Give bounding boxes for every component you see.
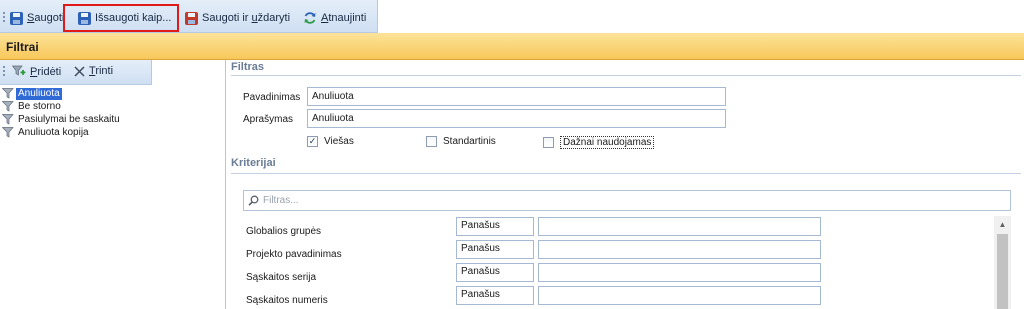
scroll-thumb[interactable] (997, 234, 1008, 309)
filter-editor-panel: Filtras Pavadinimas Aprašymas ✓ Viešas S… (227, 60, 1024, 309)
list-item-label: Pasiulymai be saskaitu (18, 113, 120, 125)
list-item-label: Anuliuota (16, 87, 62, 100)
save-icon (10, 11, 23, 25)
delete-icon (74, 65, 85, 77)
criteria-search-input[interactable]: Filtras... (243, 190, 1011, 211)
save-label-rest: augoti (34, 12, 65, 24)
save-close-label-rest: ždaryti (257, 12, 291, 24)
refresh-icon (304, 12, 316, 24)
filter-list-toolbar: Pridėti Trinti (0, 60, 152, 85)
section-divider (231, 75, 1021, 76)
save-as-highlight-frame (63, 4, 179, 32)
filter-section-title: Filtras (231, 61, 265, 73)
filter-list-panel: Pridėti Trinti Anuliuota Be storno Pasiu… (0, 60, 226, 309)
page-title: Filtrai (6, 40, 39, 54)
list-item[interactable]: Anuliuota (0, 87, 226, 100)
main-toolbar: Saugoti Išsaugoti kaip... Saugoti ir užd… (0, 0, 378, 33)
refresh-label: Atnaujinti (321, 12, 366, 24)
public-checkbox[interactable]: ✓ Viešas (307, 136, 354, 147)
delete-filter-label: Trinti (89, 65, 113, 77)
criteria-row-label: Sąskaitos numeris (246, 295, 328, 306)
refresh-button[interactable]: Atnaujinti (303, 8, 366, 28)
list-item[interactable]: Anuliuota kopija (0, 126, 226, 139)
checkbox-empty-icon (426, 136, 437, 147)
delete-filter-button[interactable]: Trinti (74, 65, 113, 77)
list-item-label: Anuliuota kopija (18, 126, 89, 138)
filter-icon (2, 114, 14, 125)
save-close-icon (185, 11, 198, 25)
criteria-row-label: Globalios grupės (246, 226, 322, 237)
toolbar-grip[interactable] (3, 66, 5, 78)
criteria-value-input[interactable] (538, 286, 821, 305)
save-close-label-start: Saugoti ir (202, 12, 252, 24)
toolbar-grip[interactable] (3, 12, 5, 24)
section-divider (231, 173, 1021, 174)
save-and-close-button[interactable]: Saugoti ir uždaryti (185, 8, 290, 28)
refresh-label-rest: tnaujinti (328, 12, 367, 24)
name-input[interactable] (307, 87, 726, 106)
criteria-value-input[interactable] (538, 217, 821, 236)
criteria-operator[interactable]: Panašus (456, 240, 534, 259)
name-label: Pavadinimas (243, 92, 301, 103)
checkbox-empty-icon (543, 137, 554, 148)
criteria-row-label: Projekto pavadinimas (246, 249, 342, 260)
save-close-label: Saugoti ir uždaryti (202, 12, 290, 24)
filters-header: Filtrai (0, 33, 1024, 60)
add-filter-icon (12, 65, 26, 76)
list-item-label: Be storno (18, 100, 61, 112)
filter-icon (2, 127, 14, 138)
criteria-operator[interactable]: Panašus (456, 286, 534, 305)
criteria-value-input[interactable] (538, 263, 821, 282)
filter-list: Anuliuota Be storno Pasiulymai be saskai… (0, 87, 226, 139)
criteria-value-input[interactable] (538, 240, 821, 259)
filter-icon (2, 88, 14, 99)
save-button[interactable]: Saugoti (10, 8, 64, 28)
criteria-scrollbar[interactable]: ▲ (994, 216, 1011, 309)
search-placeholder: Filtras... (263, 195, 299, 206)
description-input[interactable] (307, 109, 726, 128)
criteria-row-label: Sąskaitos serija (246, 272, 317, 283)
save-label: Saugoti (27, 12, 64, 24)
scroll-up-icon[interactable]: ▲ (994, 216, 1011, 232)
criteria-operator[interactable]: Panašus (456, 217, 534, 236)
description-label: Aprašymas (243, 114, 294, 125)
public-label: Viešas (324, 136, 354, 147)
add-filter-label-rest: ridėti (37, 65, 62, 78)
search-icon (248, 195, 259, 206)
criteria-operator[interactable]: Panašus (456, 263, 534, 282)
frequent-label: Dažnai naudojamas (560, 136, 655, 149)
standard-label: Standartinis (443, 136, 496, 147)
add-filter-button[interactable]: Pridėti (12, 65, 61, 78)
checkbox-checked-icon: ✓ (307, 136, 318, 147)
list-item[interactable]: Pasiulymai be saskaitu (0, 113, 226, 126)
filter-icon (2, 101, 14, 112)
standard-checkbox[interactable]: Standartinis (426, 136, 496, 147)
add-filter-label: Pridėti (30, 66, 61, 78)
criteria-section-title: Kriterijai (231, 157, 276, 169)
delete-filter-label-rest: rinti (95, 65, 114, 77)
list-item[interactable]: Be storno (0, 100, 226, 113)
frequent-checkbox[interactable]: Dažnai naudojamas (543, 136, 655, 149)
